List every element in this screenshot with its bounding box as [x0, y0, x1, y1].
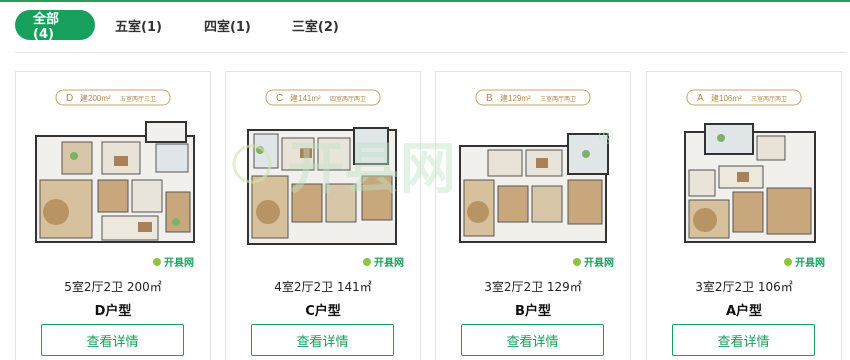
badge-area: 建106m² [711, 93, 742, 103]
room-spec: 4室2厅2卫 141㎡ [274, 280, 372, 294]
badge-letter: A [697, 93, 704, 104]
view-details-button[interactable]: 查看详情 [41, 324, 184, 356]
unit-type: A户型 [725, 304, 763, 319]
logo-text: 开县网 [374, 257, 404, 269]
floorplan-card-c[interactable]: C 建141m² 四室两厅两卫 开县网 4室2厅2卫 141㎡ C户型 查看详情 [225, 71, 421, 360]
view-details-button[interactable]: 查看详情 [672, 324, 815, 356]
logo-text: 开县网 [795, 257, 825, 269]
room-spec: 3室2厅2卫 129㎡ [484, 280, 582, 294]
unit-type: D户型 [94, 304, 132, 319]
top-rule [0, 0, 850, 2]
badge-desc: 三室两厅两卫 [540, 95, 576, 103]
tab-all[interactable]: 全部(4) [15, 10, 95, 42]
floorplan-image-a[interactable]: A 建106m² 三室两厅两卫 开县网 [647, 72, 841, 270]
logo-text: 开县网 [584, 257, 614, 269]
tab-three-rooms[interactable]: 三室(2) [292, 10, 339, 40]
room-filter-tabs: 全部(4) 五室(1) 四室(1) 三室(2) [15, 10, 339, 42]
floorplan-image-d[interactable]: D 建200m² 五室两厅三卫 开县网 [16, 72, 210, 270]
room-spec: 5室2厅2卫 200㎡ [64, 280, 162, 294]
floorplan-image-c[interactable]: C 建141m² 四室两厅两卫 开县网 [226, 72, 420, 270]
view-details-button[interactable]: 查看详情 [251, 324, 394, 356]
floorplan-card-b[interactable]: B 建129m² 三室两厅两卫 开县网 3室2厅2卫 129㎡ B户型 查看详情 [435, 71, 631, 360]
badge-area: 建141m² [290, 93, 321, 103]
room-spec: 3室2厅2卫 106㎡ [695, 280, 793, 294]
floorplan-image-b[interactable]: B 建129m² 三室两厅两卫 开县网 [436, 72, 630, 270]
logo-text: 开县网 [164, 257, 194, 269]
badge-letter: C [276, 93, 283, 104]
tab-five-rooms[interactable]: 五室(1) [115, 10, 162, 40]
badge-desc: 四室两厅两卫 [330, 95, 366, 103]
floorplan-card-a[interactable]: A 建106m² 三室两厅两卫 开县网 3室2厅2卫 106㎡ A户型 查看详情 [646, 71, 842, 360]
badge-letter: D [66, 93, 73, 104]
badge-desc: 五室两厅三卫 [120, 95, 156, 103]
floorplan-card-d[interactable]: D 建200m² 五室两厅三卫 开县网 5室2厅2卫 200㎡ D户型 查看详情 [15, 71, 211, 360]
badge-area: 建129m² [500, 93, 531, 103]
unit-type: B户型 [515, 304, 551, 319]
badge-letter: B [486, 93, 493, 104]
tab-four-rooms[interactable]: 四室(1) [204, 10, 251, 40]
tabs-divider [15, 52, 847, 53]
badge-area: 建200m² [80, 93, 111, 103]
unit-type: C户型 [305, 304, 341, 319]
badge-desc: 三室两厅两卫 [751, 95, 787, 103]
view-details-button[interactable]: 查看详情 [461, 324, 604, 356]
